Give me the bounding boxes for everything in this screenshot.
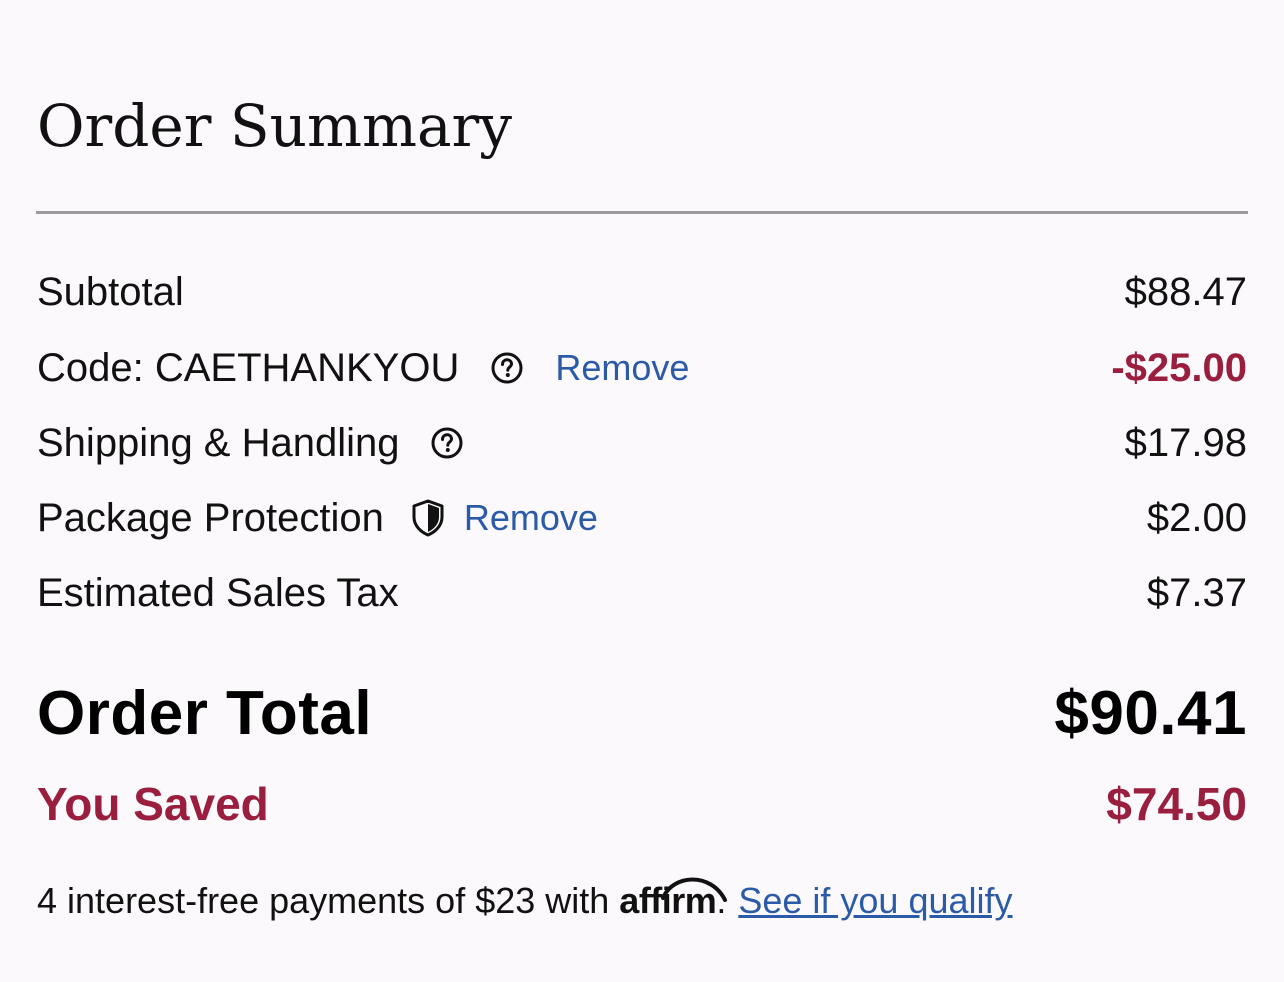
question-circle-icon[interactable] [431,427,463,459]
affirm-arc-icon [661,877,728,902]
shipping-label: Shipping & Handling [37,420,400,465]
subtotal-label: Subtotal [37,269,184,314]
affirm-promo: 4 interest-free payments of $23 with aff… [37,876,1013,926]
question-circle-icon[interactable] [491,352,523,384]
affirm-promo-text: 4 interest-free payments of $23 with [37,880,610,921]
package-protection-value: $2.00 [1146,495,1247,540]
promo-code-discount: -$25.00 [1111,345,1247,390]
savings-label: You Saved [37,778,269,830]
page-title: Order Summary [37,92,513,160]
savings-row: You Saved $74.50 [37,774,1247,834]
divider [36,211,1248,214]
see-if-you-qualify-link[interactable]: See if you qualify [738,880,1012,922]
order-total-label: Order Total [37,678,373,748]
remove-protection-link[interactable]: Remove [464,497,598,539]
sales-tax-row: Estimated Sales Tax $7.37 [37,563,1247,623]
shipping-value: $17.98 [1124,420,1247,465]
sales-tax-value: $7.37 [1146,570,1247,615]
remove-code-link[interactable]: Remove [555,347,689,389]
order-total-row: Order Total $90.41 [37,678,1247,748]
savings-value: $74.50 [1106,778,1247,830]
subtotal-row: Subtotal $88.47 [37,262,1247,322]
order-total-value: $90.41 [1054,678,1247,748]
package-protection-row: Package Protection Remove $2.00 [37,488,1247,548]
promo-code-row: Code: CAETHANKYOU Remove -$25.00 [37,338,1247,398]
shield-icon [408,498,448,538]
promo-code-label: Code: CAETHANKYOU [37,345,460,390]
package-protection-label: Package Protection [37,495,384,540]
sales-tax-label: Estimated Sales Tax [37,570,399,615]
affirm-logo: affirm [619,877,728,922]
subtotal-value: $88.47 [1124,269,1247,314]
shipping-row: Shipping & Handling $17.98 [37,413,1247,473]
